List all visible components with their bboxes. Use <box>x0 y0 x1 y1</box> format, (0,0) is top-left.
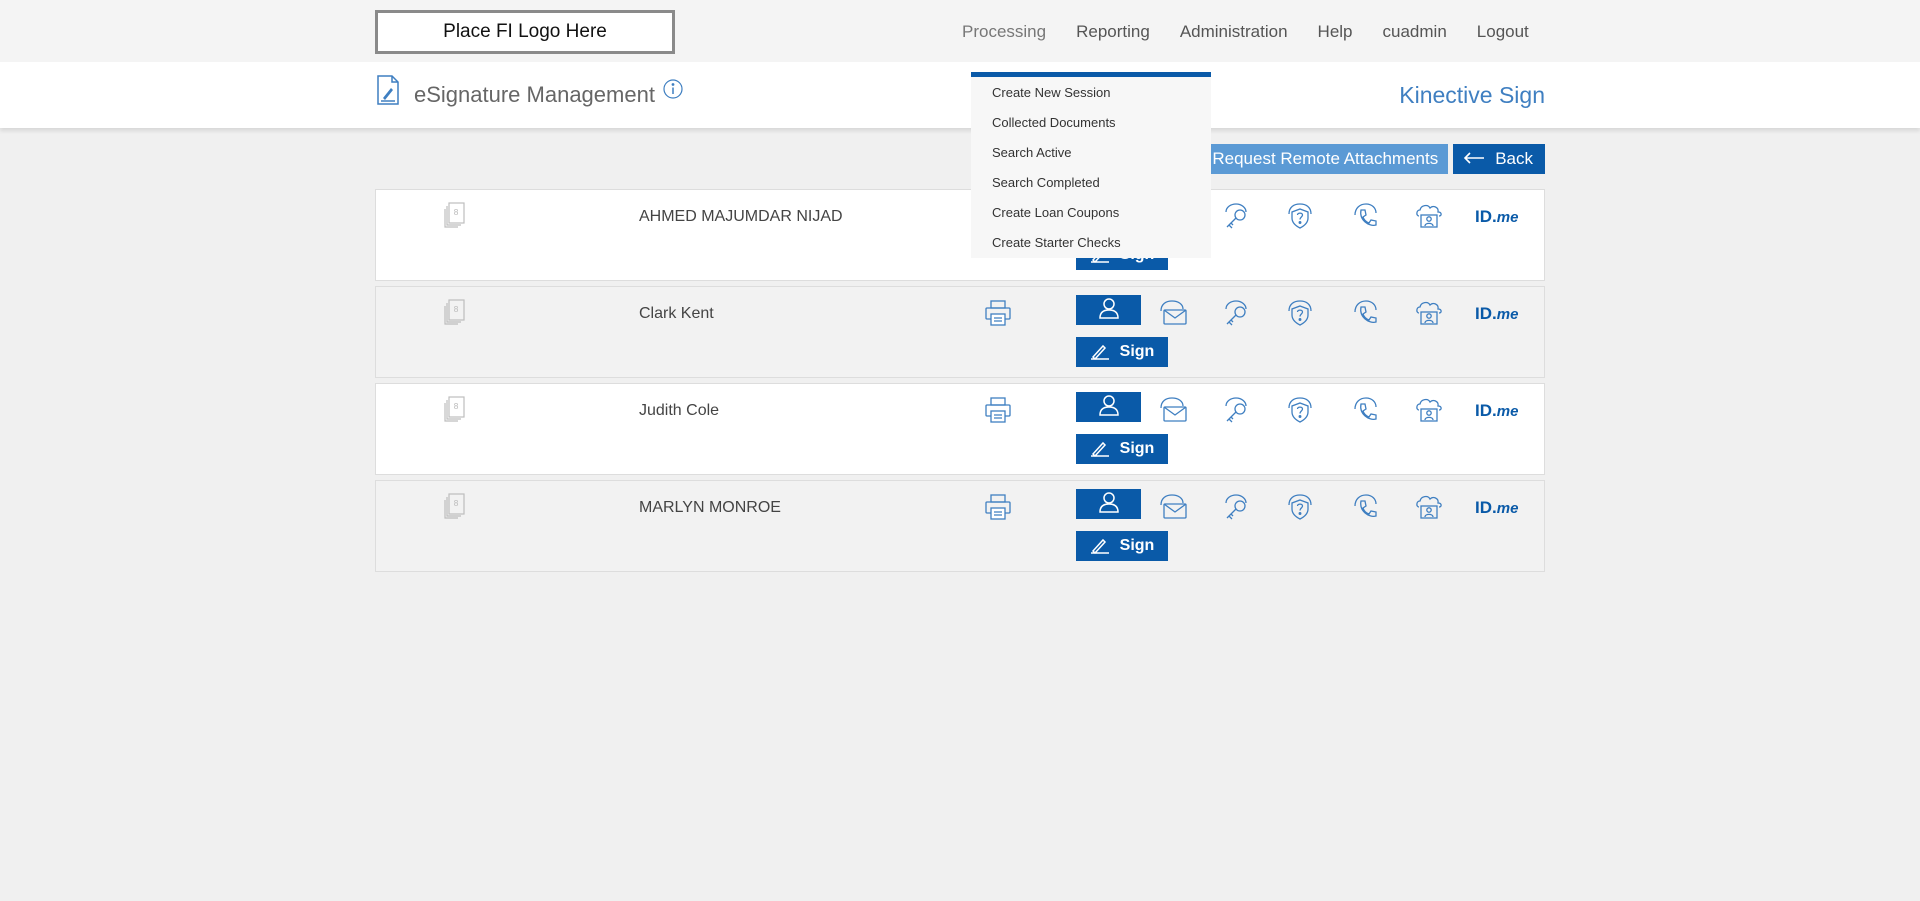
sign-button[interactable]: Sign <box>1076 434 1168 464</box>
pages-count: 8 <box>454 208 459 217</box>
page-title: eSignature Management <box>414 82 655 107</box>
back-arrow-icon <box>1463 149 1485 169</box>
processing-dropdown-menu: Create New Session Collected Documents S… <box>971 72 1211 258</box>
info-icon[interactable] <box>663 79 683 104</box>
phone-icon[interactable] <box>1351 299 1379 332</box>
phone-icon[interactable] <box>1351 493 1379 526</box>
shield-question-icon[interactable] <box>1286 396 1314 429</box>
person-icon <box>1098 394 1120 421</box>
main-nav: Processing Reporting Administration Help… <box>962 22 1559 42</box>
cloud-user-icon[interactable] <box>1415 299 1443 332</box>
idme-id: ID. <box>1475 207 1497 226</box>
idme-logo[interactable]: ID.me <box>1475 401 1518 421</box>
nav-help[interactable]: Help <box>1318 22 1353 42</box>
pages-count: 8 <box>454 305 459 314</box>
pages-icon[interactable]: 8 <box>443 493 467 524</box>
signer-name: Clark Kent <box>639 305 714 322</box>
menu-item-search-active[interactable]: Search Active <box>971 143 1211 173</box>
logo-text: Place FI Logo Here <box>443 21 607 42</box>
pages-count: 8 <box>454 402 459 411</box>
phone-icon[interactable] <box>1351 202 1379 235</box>
mail-icon[interactable] <box>1158 299 1188 332</box>
sign-label: Sign <box>1119 440 1155 457</box>
sign-button[interactable]: Sign <box>1076 337 1168 367</box>
top-bar: Place FI Logo Here Processing Reporting … <box>0 0 1920 62</box>
idme-me: me <box>1496 500 1519 517</box>
key-icon[interactable] <box>1222 202 1250 235</box>
signer-info-button[interactable] <box>1076 295 1141 325</box>
printer-icon[interactable] <box>984 299 1012 332</box>
shield-question-icon[interactable] <box>1286 202 1314 235</box>
session-row: 8 AHMED MAJUMDAR NIJAD Sign ID.me <box>375 189 1545 281</box>
pages-count: 8 <box>454 499 459 508</box>
action-buttons: Request Remote Attachments Back <box>1178 144 1545 174</box>
pen-icon <box>1090 441 1109 457</box>
session-row: 8 Judith Cole Sign ID.me <box>375 383 1545 475</box>
menu-item-create-new-session[interactable]: Create New Session <box>971 83 1211 113</box>
nav-administration[interactable]: Administration <box>1180 22 1288 42</box>
mail-icon[interactable] <box>1158 493 1188 526</box>
menu-item-collected-documents[interactable]: Collected Documents <box>971 113 1211 143</box>
fi-logo-placeholder[interactable]: Place FI Logo Here <box>375 10 675 54</box>
session-list: 8 AHMED MAJUMDAR NIJAD Sign ID.me 8 Clar… <box>375 189 1545 577</box>
signer-info-button[interactable] <box>1076 392 1141 422</box>
menu-item-create-loan-coupons[interactable]: Create Loan Coupons <box>971 203 1211 233</box>
idme-logo[interactable]: ID.me <box>1475 498 1518 518</box>
printer-icon[interactable] <box>984 396 1012 429</box>
pages-icon[interactable]: 8 <box>443 202 467 233</box>
session-row: 8 Clark Kent Sign ID.me <box>375 286 1545 378</box>
cloud-user-icon[interactable] <box>1415 202 1443 235</box>
sign-button[interactable]: Sign <box>1076 531 1168 561</box>
request-remote-attachments-button[interactable]: Request Remote Attachments <box>1178 144 1449 174</box>
page-header: eSignature Management Kinective Sign <box>0 62 1920 128</box>
signer-name: Judith Cole <box>639 402 720 419</box>
back-label: Back <box>1495 149 1533 168</box>
nav-processing[interactable]: Processing <box>962 22 1046 42</box>
idme-id: ID. <box>1475 304 1497 323</box>
idme-me: me <box>1496 306 1519 323</box>
idme-logo[interactable]: ID.me <box>1475 207 1518 227</box>
back-button[interactable]: Back <box>1453 144 1545 174</box>
signer-name: AHMED MAJUMDAR NIJAD <box>639 208 843 225</box>
key-icon[interactable] <box>1222 396 1250 429</box>
cloud-user-icon[interactable] <box>1415 493 1443 526</box>
nav-user[interactable]: cuadmin <box>1383 22 1447 42</box>
brand-title: Kinective Sign <box>1399 82 1545 108</box>
mail-icon[interactable] <box>1158 396 1188 429</box>
idme-id: ID. <box>1475 401 1497 420</box>
person-icon <box>1098 297 1120 324</box>
document-icon <box>376 75 400 110</box>
signer-name: MARLYN MONROE <box>639 499 781 516</box>
signer-info-button[interactable] <box>1076 489 1141 519</box>
pen-icon <box>1090 344 1109 360</box>
nav-reporting[interactable]: Reporting <box>1076 22 1150 42</box>
cloud-user-icon[interactable] <box>1415 396 1443 429</box>
key-icon[interactable] <box>1222 493 1250 526</box>
nav-logout[interactable]: Logout <box>1477 22 1529 42</box>
idme-id: ID. <box>1475 498 1497 517</box>
sign-label: Sign <box>1119 537 1155 554</box>
pages-icon[interactable]: 8 <box>443 396 467 427</box>
session-row: 8 MARLYN MONROE Sign ID.me <box>375 480 1545 572</box>
pages-icon[interactable]: 8 <box>443 299 467 330</box>
phone-icon[interactable] <box>1351 396 1379 429</box>
shield-question-icon[interactable] <box>1286 493 1314 526</box>
idme-logo[interactable]: ID.me <box>1475 304 1518 324</box>
remote-label: Request Remote Attachments <box>1212 149 1439 168</box>
menu-item-create-starter-checks[interactable]: Create Starter Checks <box>971 233 1211 263</box>
idme-me: me <box>1496 209 1519 226</box>
key-icon[interactable] <box>1222 299 1250 332</box>
pen-icon <box>1090 538 1109 554</box>
idme-me: me <box>1496 403 1519 420</box>
shield-question-icon[interactable] <box>1286 299 1314 332</box>
sign-label: Sign <box>1119 343 1155 360</box>
menu-item-search-completed[interactable]: Search Completed <box>971 173 1211 203</box>
printer-icon[interactable] <box>984 493 1012 526</box>
person-icon <box>1098 491 1120 518</box>
